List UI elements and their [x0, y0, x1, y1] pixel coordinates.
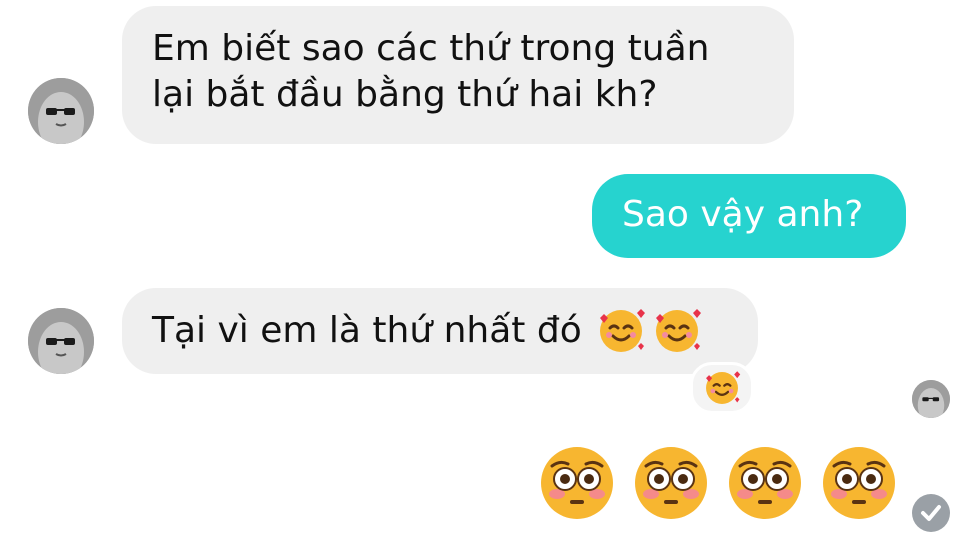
message-reaction[interactable] — [690, 362, 754, 414]
message-text-line-1: Em biết sao các thứ trong tuần — [152, 28, 710, 69]
sloth-avatar-icon — [28, 78, 94, 144]
check-circle-icon — [912, 494, 950, 532]
sloth-avatar-icon — [28, 308, 94, 374]
smiling-face-with-hearts-icon — [599, 309, 645, 352]
flushed-face-icon[interactable] — [726, 444, 804, 522]
message-bubble-outgoing[interactable]: Sao vậy anh? — [592, 174, 906, 258]
flushed-face-icon[interactable] — [820, 444, 898, 522]
message-text: Sao vậy anh? — [622, 194, 864, 235]
flushed-face-icon[interactable] — [538, 444, 616, 522]
sender-avatar[interactable] — [28, 78, 94, 144]
flushed-face-icon[interactable] — [632, 444, 710, 522]
sloth-avatar-icon — [912, 380, 950, 418]
smiling-face-with-hearts-icon — [706, 371, 741, 404]
message-text-line-2: lại bắt đầu bằng thứ hai kh? — [152, 74, 658, 115]
smiling-face-with-hearts-icon — [655, 309, 701, 352]
avatar-read-receipt-icon — [912, 380, 950, 418]
sender-avatar[interactable] — [28, 308, 94, 374]
message-bubble-incoming[interactable]: Em biết sao các thứ trong tuần lại bắt đ… — [122, 6, 794, 144]
message-bubble-incoming[interactable]: Tại vì em là thứ nhất đó — [122, 288, 758, 374]
message-text: Tại vì em là thứ nhất đó — [152, 310, 582, 351]
chat-thread: Em biết sao các thứ trong tuần lại bắt đ… — [0, 0, 960, 540]
